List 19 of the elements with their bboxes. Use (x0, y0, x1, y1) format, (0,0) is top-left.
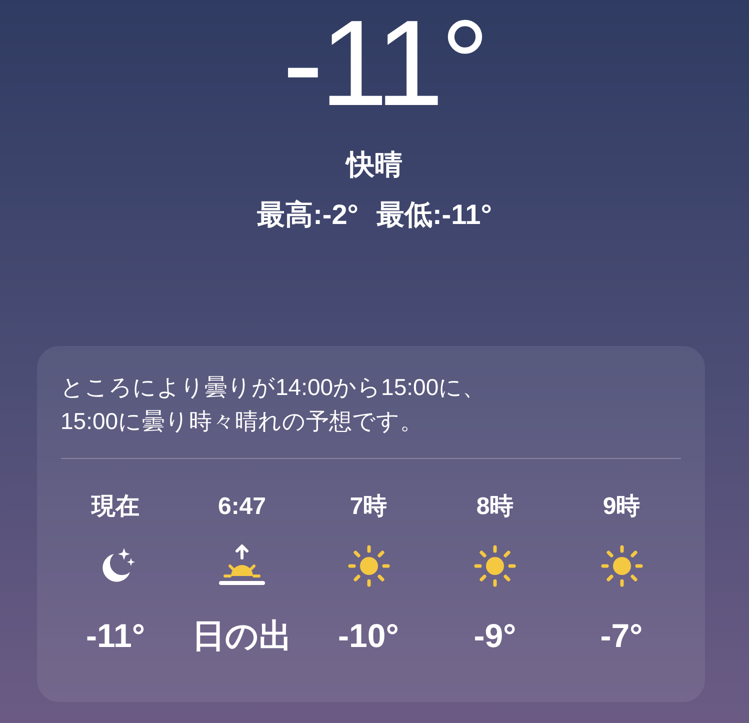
current-temperature: -11° (282, 2, 486, 124)
weather-condition: 快晴 (346, 148, 402, 182)
low-temperature: 最低:-11° (376, 198, 492, 232)
hour-temperature: -9° (474, 616, 516, 656)
forecast-summary: ところにより曇りが14:00から15:00に、15:00に曇り時々晴れの予想です。 (60, 370, 680, 459)
hour-label: 8時 (476, 492, 514, 521)
hour-temperature: -7° (600, 616, 643, 656)
hour-label: 9時 (602, 492, 640, 521)
hour-temperature: -11° (86, 616, 146, 656)
sun-icon (600, 544, 644, 588)
sunrise-icon (217, 544, 267, 588)
high-temperature: 最高:-2° (257, 198, 358, 232)
sun-icon (346, 544, 390, 588)
hour-temperature: -10° (338, 616, 399, 656)
hour-temperature: 日の出 (192, 616, 292, 656)
hour-label: 7時 (350, 492, 388, 521)
hour-label: 現在 (92, 492, 140, 521)
sun-icon (473, 544, 517, 588)
hour-label: 6:47 (218, 492, 266, 521)
